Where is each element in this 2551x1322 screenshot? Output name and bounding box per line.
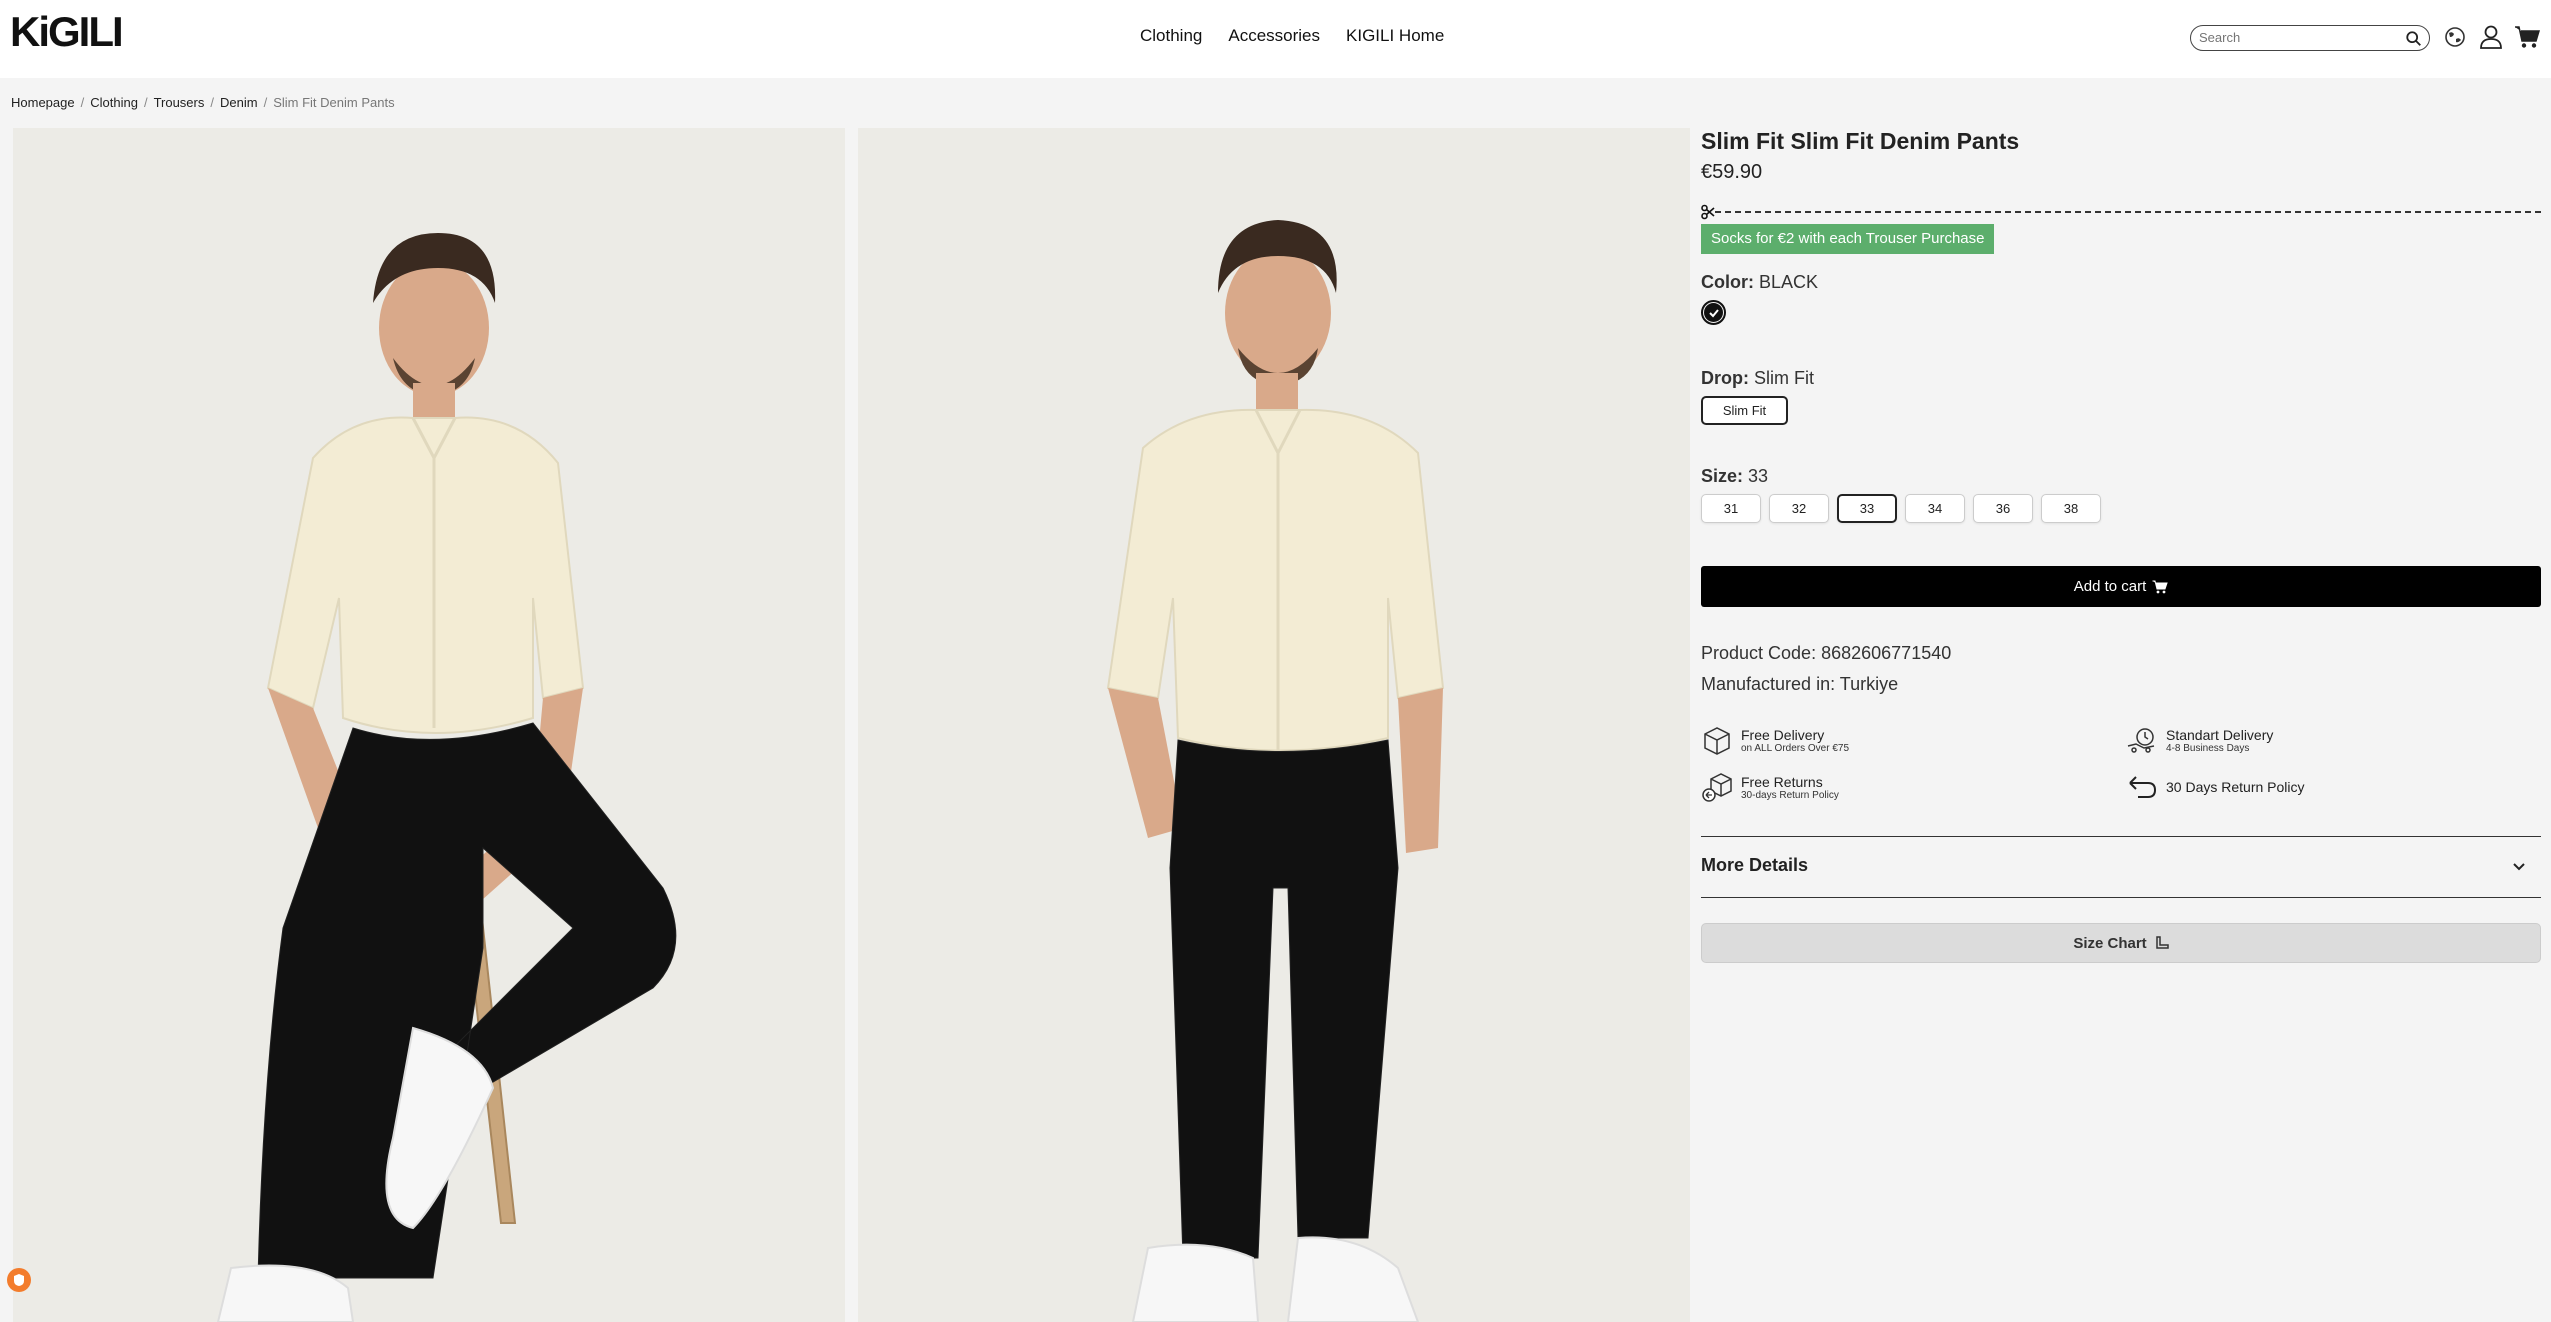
more-details-title: More Details [1701, 855, 1809, 875]
color-label: Color: [1701, 272, 1754, 292]
box-icon [1704, 727, 1730, 755]
manufactured-value: Turkiye [1839, 674, 1899, 694]
size-chart-label: Size Chart [2073, 934, 2147, 952]
product-title: Slim Fit Slim Fit Denim Pants [1701, 128, 2020, 154]
search-icon[interactable] [2405, 30, 2423, 48]
drop-value: Slim Fit [1754, 368, 1815, 388]
breadcrumb-denim[interactable]: Denim [220, 95, 258, 110]
drop-option-slim-fit[interactable]: Slim Fit [1701, 396, 1788, 425]
feature-free-returns: Free Returns 30-days Return Policy [1701, 771, 1839, 803]
cart-plus-icon [2152, 580, 2168, 593]
product-code-label: Product Code: [1701, 643, 1817, 663]
feature-subtitle: 30-days Return Policy [1741, 789, 1839, 801]
nav-item-accessories[interactable]: Accessories [1228, 26, 1320, 46]
size-value: 33 [1748, 466, 1769, 486]
return-arrow-icon [2129, 776, 2157, 798]
breadcrumb-trousers[interactable]: Trousers [154, 95, 205, 110]
feature-title: Free Delivery [1741, 726, 1825, 743]
chevron-down-icon [2513, 863, 2525, 871]
feature-subtitle: 4-8 Business Days [2166, 742, 2250, 754]
feature-title: 30 Days Return Policy [2166, 779, 2305, 795]
size-option[interactable]: 38 [2041, 494, 2101, 523]
search-box [2190, 25, 2430, 51]
product-code: 8682606771540 [1821, 643, 1952, 663]
size-options: 31 32 33 34 36 38 [1701, 494, 2101, 523]
size-option[interactable]: 32 [1769, 494, 1829, 523]
product-image-1[interactable] [13, 128, 845, 1322]
manufactured-label: Manufactured in: [1701, 674, 1836, 694]
breadcrumb-current: Slim Fit Denim Pants [273, 95, 395, 110]
ruler-icon [2155, 936, 2169, 949]
size-option[interactable]: 31 [1701, 494, 1761, 523]
nav-item-clothing[interactable]: Clothing [1140, 26, 1202, 46]
scissors-icon [1701, 204, 1715, 220]
product-image-2[interactable] [858, 128, 1690, 1322]
manufactured-row: Manufactured in: Turkiye [1701, 674, 1898, 695]
add-to-cart-button[interactable]: Add to cart [1701, 566, 2541, 607]
size-option[interactable]: 34 [1905, 494, 1965, 523]
breadcrumb: Homepage / Clothing / Trousers / Denim /… [11, 95, 395, 110]
kigili-logo[interactable]: KiGILI [10, 8, 124, 68]
cart-icon[interactable] [2512, 22, 2542, 52]
promo-badge: Socks for €2 with each Trouser Purchase [1701, 224, 1995, 254]
feature-title: Free Returns [1741, 773, 1823, 790]
feature-free-delivery: Free Delivery on ALL Orders Over €75 [1701, 724, 1849, 756]
globe-language-icon[interactable] [2440, 22, 2470, 52]
breadcrumb-separator: / [143, 95, 148, 110]
account-icon[interactable] [2476, 22, 2506, 52]
breadcrumb-separator: / [80, 95, 85, 110]
main-nav: Clothing Accessories KIGILI Home [1140, 26, 1444, 46]
feature-standard-delivery: Standart Delivery 4-8 Business Days [2126, 724, 2273, 756]
chat-widget-icon[interactable] [7, 1268, 31, 1292]
breadcrumb-clothing[interactable]: Clothing [90, 95, 138, 110]
breadcrumb-homepage[interactable]: Homepage [11, 95, 75, 110]
search-input[interactable] [2199, 30, 2399, 45]
size-label: Size: [1701, 466, 1744, 486]
size-row: Size: 33 [1701, 466, 1768, 487]
color-value: BLACK [1759, 272, 1819, 292]
coupon-divider [1701, 204, 2541, 220]
more-details-accordion[interactable]: More Details [1701, 836, 2541, 898]
drop-row: Drop: Slim Fit [1701, 368, 1814, 389]
site-header: KiGILI Clothing Accessories KIGILI Home [0, 0, 2551, 78]
logo-text: KiGILI [10, 8, 124, 55]
delivery-clock-icon [2127, 728, 2155, 753]
drop-label: Drop: [1701, 368, 1749, 388]
size-chart-button[interactable]: Size Chart [1701, 923, 2541, 963]
product-code-row: Product Code: 8682606771540 [1701, 643, 1951, 664]
size-option[interactable]: 36 [1973, 494, 2033, 523]
color-row: Color: BLACK [1701, 272, 1818, 293]
feature-subtitle: on ALL Orders Over €75 [1741, 742, 1850, 754]
nav-item-kigili-home[interactable]: KIGILI Home [1346, 26, 1444, 46]
breadcrumb-separator: / [263, 95, 268, 110]
feature-title: Standart Delivery [2166, 726, 2274, 743]
size-option-selected[interactable]: 33 [1837, 494, 1897, 523]
feature-30-days-return: 30 Days Return Policy [2126, 771, 2305, 803]
return-box-icon [1702, 773, 1732, 802]
product-price: €59.90 [1701, 161, 1763, 183]
check-icon [1708, 308, 1719, 317]
breadcrumb-separator: / [210, 95, 214, 110]
add-to-cart-label: Add to cart [2073, 578, 2147, 595]
color-swatch-black[interactable] [1701, 300, 1726, 325]
